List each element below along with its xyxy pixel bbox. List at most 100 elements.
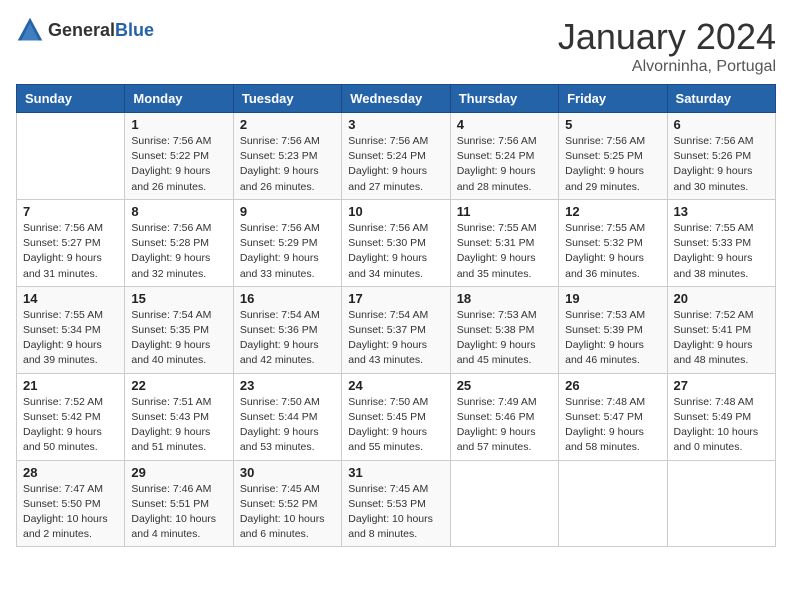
day-number: 13 [674, 204, 769, 219]
calendar-cell: 29Sunrise: 7:46 AMSunset: 5:51 PMDayligh… [125, 460, 233, 547]
day-info: Sunrise: 7:47 AMSunset: 5:50 PMDaylight:… [23, 482, 118, 543]
calendar-cell: 25Sunrise: 7:49 AMSunset: 5:46 PMDayligh… [450, 373, 558, 460]
day-info: Sunrise: 7:53 AMSunset: 5:39 PMDaylight:… [565, 308, 660, 369]
day-number: 10 [348, 204, 443, 219]
calendar-cell: 15Sunrise: 7:54 AMSunset: 5:35 PMDayligh… [125, 286, 233, 373]
calendar-body: 1 Sunrise: 7:56 AMSunset: 5:22 PMDaylight… [17, 113, 776, 547]
calendar-cell: 11Sunrise: 7:55 AMSunset: 5:31 PMDayligh… [450, 199, 558, 286]
calendar-cell: 24Sunrise: 7:50 AMSunset: 5:45 PMDayligh… [342, 373, 450, 460]
calendar-cell: 18 Sunrise: 7:53 AMSunset: 5:38 PMDayligh… [450, 286, 558, 373]
day-number: 18 [457, 291, 552, 306]
weekday-header-wednesday: Wednesday [342, 85, 450, 113]
day-number: 21 [23, 378, 118, 393]
calendar-cell: 10 Sunrise: 7:56 AMSunset: 5:30 PMDayligh… [342, 199, 450, 286]
day-number: 9 [240, 204, 335, 219]
day-number: 25 [457, 378, 552, 393]
calendar-cell: 6 Sunrise: 7:56 AMSunset: 5:26 PMDaylight… [667, 113, 775, 200]
day-info: Sunrise: 7:55 AMSunset: 5:33 PMDaylight:… [674, 221, 769, 282]
day-number: 30 [240, 465, 335, 480]
day-info: Sunrise: 7:56 AMSunset: 5:30 PMDaylight:… [348, 221, 443, 282]
day-number: 22 [131, 378, 226, 393]
day-number: 3 [348, 117, 443, 132]
weekday-header-thursday: Thursday [450, 85, 558, 113]
calendar-subtitle: Alvorninha, Portugal [558, 58, 776, 76]
day-number: 27 [674, 378, 769, 393]
calendar-cell: 12Sunrise: 7:55 AMSunset: 5:32 PMDayligh… [559, 199, 667, 286]
calendar-cell: 21 Sunrise: 7:52 AMSunset: 5:42 PMDayligh… [17, 373, 125, 460]
calendar-cell: 5 Sunrise: 7:56 AMSunset: 5:25 PMDaylight… [559, 113, 667, 200]
logo-text-blue: Blue [115, 20, 154, 40]
calendar-header: SundayMondayTuesdayWednesdayThursdayFrid… [17, 85, 776, 113]
day-info: Sunrise: 7:54 AMSunset: 5:36 PMDaylight:… [240, 308, 335, 369]
calendar-cell: 27 Sunrise: 7:48 AMSunset: 5:49 PMDayligh… [667, 373, 775, 460]
calendar-cell: 28Sunrise: 7:47 AMSunset: 5:50 PMDayligh… [17, 460, 125, 547]
calendar-cell: 23Sunrise: 7:50 AMSunset: 5:44 PMDayligh… [233, 373, 341, 460]
day-info: Sunrise: 7:56 AMSunset: 5:26 PMDaylight:… [674, 134, 769, 195]
calendar-cell: 3 Sunrise: 7:56 AMSunset: 5:24 PMDaylight… [342, 113, 450, 200]
day-info: Sunrise: 7:56 AMSunset: 5:22 PMDaylight:… [131, 134, 226, 195]
day-info: Sunrise: 7:55 AMSunset: 5:32 PMDaylight:… [565, 221, 660, 282]
day-info: Sunrise: 7:55 AMSunset: 5:34 PMDaylight:… [23, 308, 118, 369]
calendar-cell: 2 Sunrise: 7:56 AMSunset: 5:23 PMDaylight… [233, 113, 341, 200]
day-info: Sunrise: 7:45 AMSunset: 5:52 PMDaylight:… [240, 482, 335, 543]
day-number: 2 [240, 117, 335, 132]
day-info: Sunrise: 7:56 AMSunset: 5:23 PMDaylight:… [240, 134, 335, 195]
calendar-cell: 16 Sunrise: 7:54 AMSunset: 5:36 PMDayligh… [233, 286, 341, 373]
day-number: 4 [457, 117, 552, 132]
logo: GeneralBlue [16, 16, 154, 44]
day-info: Sunrise: 7:56 AMSunset: 5:25 PMDaylight:… [565, 134, 660, 195]
calendar-cell: 9Sunrise: 7:56 AMSunset: 5:29 PMDaylight… [233, 199, 341, 286]
weekday-header-sunday: Sunday [17, 85, 125, 113]
calendar-week-3: 14 Sunrise: 7:55 AMSunset: 5:34 PMDayligh… [17, 286, 776, 373]
day-info: Sunrise: 7:55 AMSunset: 5:31 PMDaylight:… [457, 221, 552, 282]
day-info: Sunrise: 7:52 AMSunset: 5:42 PMDaylight:… [23, 395, 118, 456]
page-header: GeneralBlue January 2024 Alvorninha, Por… [16, 16, 776, 76]
day-info: Sunrise: 7:45 AMSunset: 5:53 PMDaylight:… [348, 482, 443, 543]
day-number: 1 [131, 117, 226, 132]
day-info: Sunrise: 7:54 AMSunset: 5:37 PMDaylight:… [348, 308, 443, 369]
day-info: Sunrise: 7:56 AMSunset: 5:24 PMDaylight:… [457, 134, 552, 195]
day-number: 29 [131, 465, 226, 480]
day-number: 16 [240, 291, 335, 306]
calendar-cell: 30 Sunrise: 7:45 AMSunset: 5:52 PMDayligh… [233, 460, 341, 547]
day-info: Sunrise: 7:50 AMSunset: 5:44 PMDaylight:… [240, 395, 335, 456]
day-number: 14 [23, 291, 118, 306]
day-info: Sunrise: 7:56 AMSunset: 5:27 PMDaylight:… [23, 221, 118, 282]
calendar-cell: 1 Sunrise: 7:56 AMSunset: 5:22 PMDaylight… [125, 113, 233, 200]
day-info: Sunrise: 7:52 AMSunset: 5:41 PMDaylight:… [674, 308, 769, 369]
logo-icon [16, 16, 44, 44]
day-info: Sunrise: 7:48 AMSunset: 5:47 PMDaylight:… [565, 395, 660, 456]
calendar-cell: 17Sunrise: 7:54 AMSunset: 5:37 PMDayligh… [342, 286, 450, 373]
calendar-cell: 7 Sunrise: 7:56 AMSunset: 5:27 PMDaylight… [17, 199, 125, 286]
day-info: Sunrise: 7:53 AMSunset: 5:38 PMDaylight:… [457, 308, 552, 369]
calendar-week-1: 1 Sunrise: 7:56 AMSunset: 5:22 PMDaylight… [17, 113, 776, 200]
calendar-week-2: 7 Sunrise: 7:56 AMSunset: 5:27 PMDaylight… [17, 199, 776, 286]
calendar-cell: 14 Sunrise: 7:55 AMSunset: 5:34 PMDayligh… [17, 286, 125, 373]
calendar-week-4: 21 Sunrise: 7:52 AMSunset: 5:42 PMDayligh… [17, 373, 776, 460]
weekday-header-tuesday: Tuesday [233, 85, 341, 113]
day-info: Sunrise: 7:48 AMSunset: 5:49 PMDaylight:… [674, 395, 769, 456]
day-number: 20 [674, 291, 769, 306]
day-info: Sunrise: 7:50 AMSunset: 5:45 PMDaylight:… [348, 395, 443, 456]
title-block: January 2024 Alvorninha, Portugal [558, 16, 776, 76]
calendar-cell: 22Sunrise: 7:51 AMSunset: 5:43 PMDayligh… [125, 373, 233, 460]
calendar-cell [450, 460, 558, 547]
day-number: 8 [131, 204, 226, 219]
calendar-cell: 13 Sunrise: 7:55 AMSunset: 5:33 PMDayligh… [667, 199, 775, 286]
weekday-header-saturday: Saturday [667, 85, 775, 113]
calendar-table: SundayMondayTuesdayWednesdayThursdayFrid… [16, 84, 776, 547]
calendar-cell: 20 Sunrise: 7:52 AMSunset: 5:41 PMDayligh… [667, 286, 775, 373]
logo-text-general: General [48, 20, 115, 40]
weekday-header-monday: Monday [125, 85, 233, 113]
calendar-cell [559, 460, 667, 547]
day-info: Sunrise: 7:54 AMSunset: 5:35 PMDaylight:… [131, 308, 226, 369]
weekday-header-friday: Friday [559, 85, 667, 113]
day-number: 5 [565, 117, 660, 132]
day-number: 6 [674, 117, 769, 132]
day-number: 7 [23, 204, 118, 219]
day-info: Sunrise: 7:56 AMSunset: 5:24 PMDaylight:… [348, 134, 443, 195]
calendar-cell: 8 Sunrise: 7:56 AMSunset: 5:28 PMDaylight… [125, 199, 233, 286]
calendar-cell: 31Sunrise: 7:45 AMSunset: 5:53 PMDayligh… [342, 460, 450, 547]
day-info: Sunrise: 7:56 AMSunset: 5:28 PMDaylight:… [131, 221, 226, 282]
day-number: 19 [565, 291, 660, 306]
